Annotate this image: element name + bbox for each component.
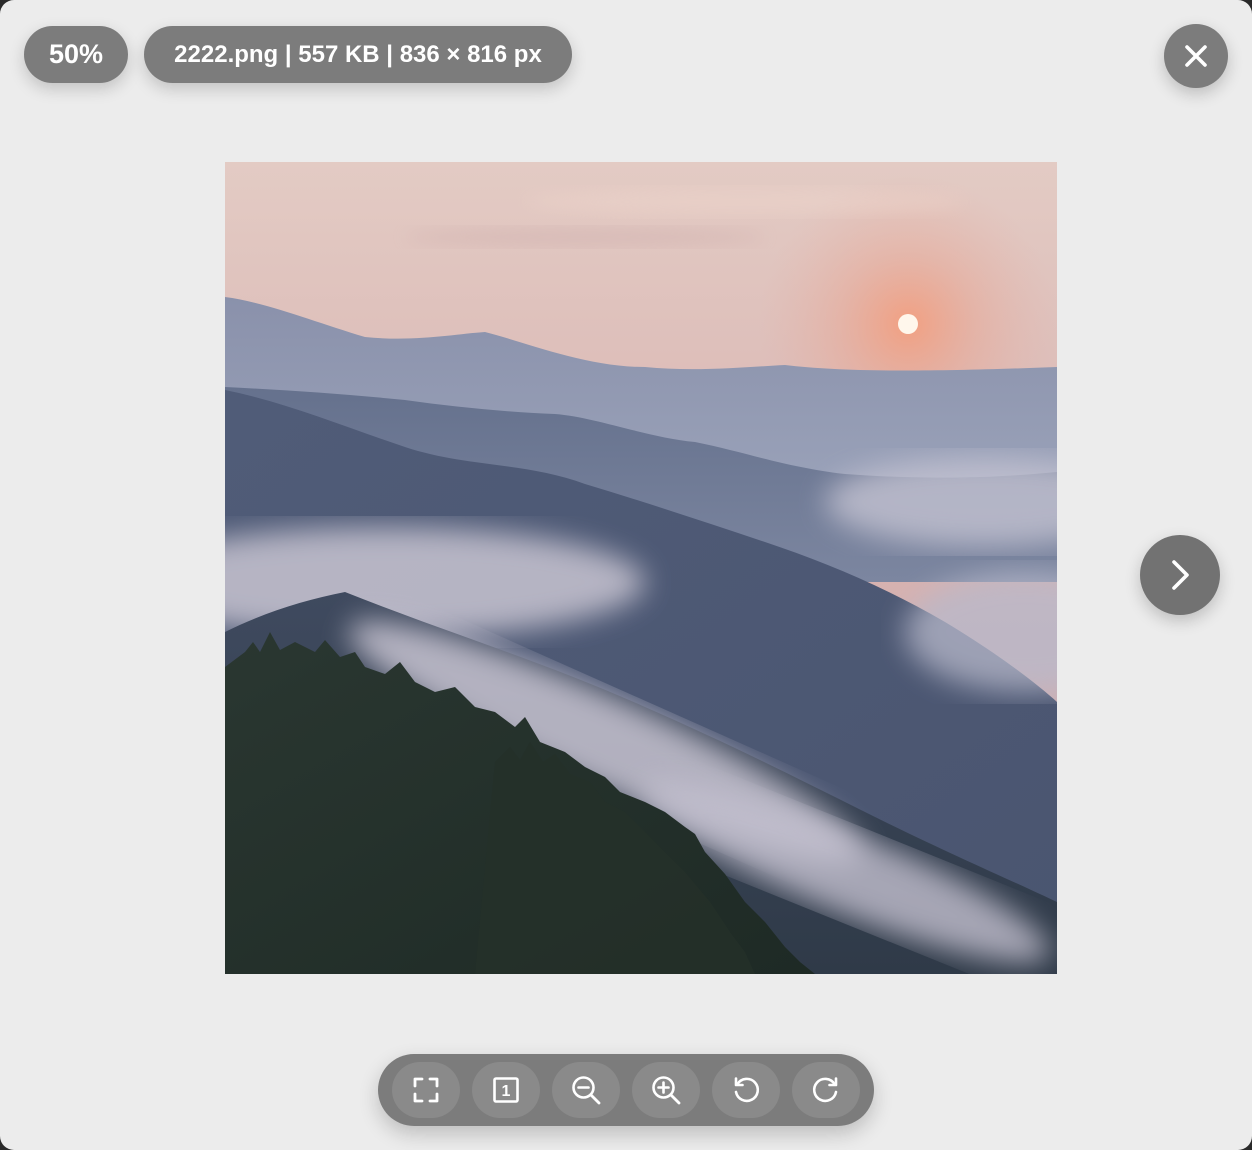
actual-size-icon: 1 xyxy=(493,1077,519,1103)
actual-size-button[interactable]: 1 xyxy=(472,1062,540,1118)
fullscreen-icon xyxy=(413,1077,439,1103)
rotate-left-icon xyxy=(734,1077,760,1103)
zoom-out-button[interactable] xyxy=(552,1062,620,1118)
fullscreen-button[interactable] xyxy=(392,1062,460,1118)
file-info-badge: 2222.png | 557 KB | 836 × 816 px xyxy=(144,26,572,83)
close-icon xyxy=(1185,45,1207,67)
file-info-text: 2222.png | 557 KB | 836 × 816 px xyxy=(174,40,542,68)
zoom-level-badge: 50% xyxy=(24,26,128,83)
close-button[interactable] xyxy=(1164,24,1228,88)
actual-size-glyph: 1 xyxy=(502,1083,511,1100)
zoom-in-button[interactable] xyxy=(632,1062,700,1118)
zoom-out-icon xyxy=(572,1076,601,1105)
chevron-right-icon xyxy=(1172,560,1189,590)
rotate-right-icon xyxy=(812,1077,838,1103)
zoom-level-text: 50% xyxy=(48,39,104,69)
preview-image xyxy=(225,162,1057,974)
rotate-right-button[interactable] xyxy=(792,1062,860,1118)
rotate-left-button[interactable] xyxy=(712,1062,780,1118)
viewer-toolbar: 1 xyxy=(378,1054,874,1126)
image-viewer: 50% 2222.png | 557 KB | 836 × 816 px 1 xyxy=(0,0,1252,1150)
zoom-in-icon xyxy=(652,1076,681,1105)
next-image-button[interactable] xyxy=(1140,535,1220,615)
